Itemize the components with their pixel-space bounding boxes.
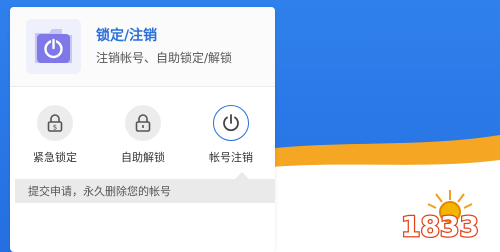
account-cancel-circle xyxy=(213,105,249,141)
tooltip-arrow xyxy=(235,172,249,179)
svg-text:$: $ xyxy=(53,124,57,132)
svg-text:1833: 1833 xyxy=(401,210,479,243)
emergency-lock-button[interactable]: $ 紧急锁定 xyxy=(20,105,90,169)
1833-watermark-logo: 1833 xyxy=(400,190,480,244)
lock-dollar-icon: $ xyxy=(47,114,63,132)
emergency-lock-label: 紧急锁定 xyxy=(33,151,77,164)
lock-icon xyxy=(135,114,151,132)
power-icon xyxy=(223,114,239,132)
self-unlock-label: 自助解锁 xyxy=(121,151,165,164)
self-unlock-button[interactable]: 自助解锁 xyxy=(108,105,178,169)
panel-header: 锁定/注销 注销帐号、自助锁定/解锁 xyxy=(10,7,275,87)
self-unlock-circle xyxy=(125,105,161,141)
power-app-icon xyxy=(26,19,81,74)
account-cancel-button[interactable]: 帐号注销 xyxy=(196,105,266,169)
lock-logout-panel: 锁定/注销 注销帐号、自助锁定/解锁 $ 紧急锁定 自助解锁 帐号注销 提交申请… xyxy=(10,7,275,252)
emergency-lock-circle: $ xyxy=(37,105,73,141)
page-subtitle: 注销帐号、自助锁定/解锁 xyxy=(96,51,233,65)
tooltip-text: 提交申请，永久删除您的帐号 xyxy=(28,185,171,198)
page-title: 锁定/注销 xyxy=(96,28,158,44)
account-cancel-label: 帐号注销 xyxy=(209,151,253,164)
